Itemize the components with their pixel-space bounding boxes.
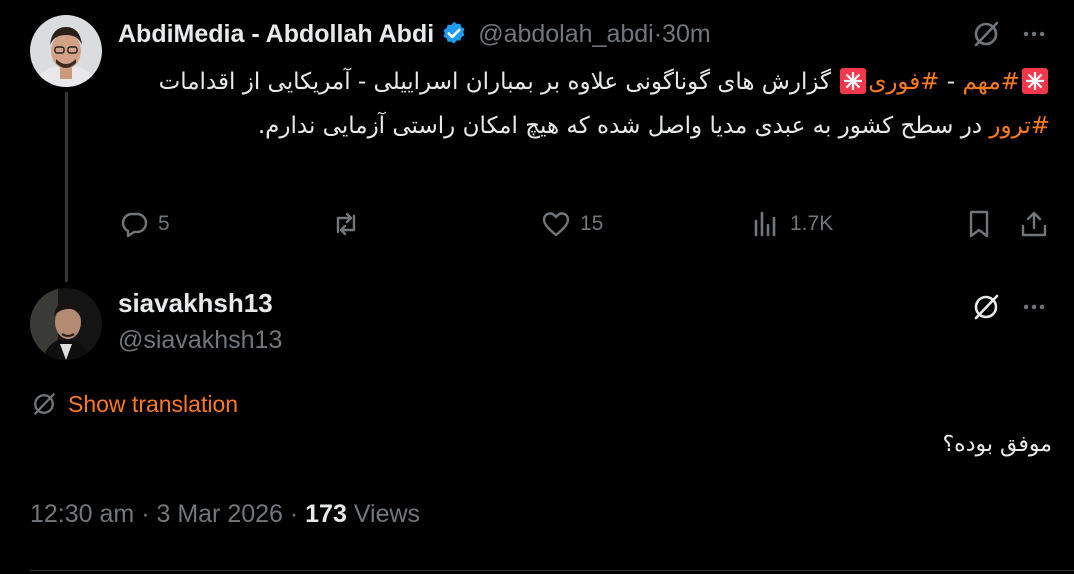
reply-views-count: 173 [305,500,347,528]
show-translation-label: Show translation [68,390,239,417]
meta-separator: · [282,500,306,528]
bookmark-button[interactable] [963,208,995,240]
reply-date[interactable]: 3 Mar 2026 [156,500,282,528]
tweet-text-part: گزارش های گوناگونی علاوه بر بمباران اسرا… [158,69,839,95]
avatar-image [30,15,102,87]
tweet-time[interactable]: 30m [662,20,711,49]
author-handle[interactable]: @abdolah_abdi [478,20,654,49]
reply-author-name[interactable]: siavakhsh13 [118,288,273,319]
hashtag-important[interactable]: #مهم [963,69,1021,95]
views-button[interactable]: 1.7K [750,208,833,240]
hashtag-terror[interactable]: #ترور [989,113,1050,139]
views-count: 1.7K [790,212,834,235]
reply-body: موفق بوده؟ [942,432,1053,457]
header-separator: · [653,19,663,48]
show-translation-button[interactable]: Show translation [30,390,238,418]
reply-author-avatar[interactable] [30,288,102,360]
grok-icon[interactable] [970,291,1002,323]
siren-icon [1022,68,1048,94]
tweet-text-dash: - [939,69,963,95]
tweet-actions-bar: 5 15 1.7K [0,208,1074,248]
repost-button[interactable] [330,208,370,240]
reply-button[interactable]: 5 [118,208,170,240]
views-icon [754,211,776,237]
siren-icon [840,68,867,94]
tweet-text-part: در سطح کشور به عبدی مدیا واصل شده که هیچ… [257,113,990,139]
tweet-body: #مهم - #فوری گزارش های گوناگونی علاوه بر… [150,60,1050,148]
reply-author-handle[interactable]: @siavakhsh13 [118,326,282,355]
like-button[interactable]: 15 [540,208,603,240]
author-avatar[interactable] [30,15,102,87]
reply-time[interactable]: 12:30 am [30,500,134,528]
translate-icon [34,393,55,415]
share-button[interactable] [1018,208,1050,240]
meta-separator: · [134,500,157,528]
more-icon[interactable] [1018,291,1050,323]
reply-count: 5 [158,212,170,235]
like-count: 15 [580,212,604,235]
more-icon[interactable] [1018,18,1050,50]
hashtag-urgent[interactable]: #فوری [868,69,939,95]
reply-icon [121,212,148,238]
reply-views-label: Views [346,500,421,528]
reply-meta: 12:30 am · 3 Mar 2026 · 173 Views [30,500,420,529]
avatar-image [30,288,102,360]
bookmark-icon [969,210,989,238]
share-icon [1021,211,1047,237]
grok-icon[interactable] [970,18,1002,50]
verified-badge-icon [443,21,465,44]
divider [30,570,1074,571]
thread-connector-line [65,92,68,282]
like-icon [542,212,570,237]
tweet-header: AbdiMedia - Abdollah Abdi @abdolah_abdi … [118,16,711,52]
repost-icon [336,212,356,236]
author-name[interactable]: AbdiMedia - Abdollah Abdi [118,20,434,49]
